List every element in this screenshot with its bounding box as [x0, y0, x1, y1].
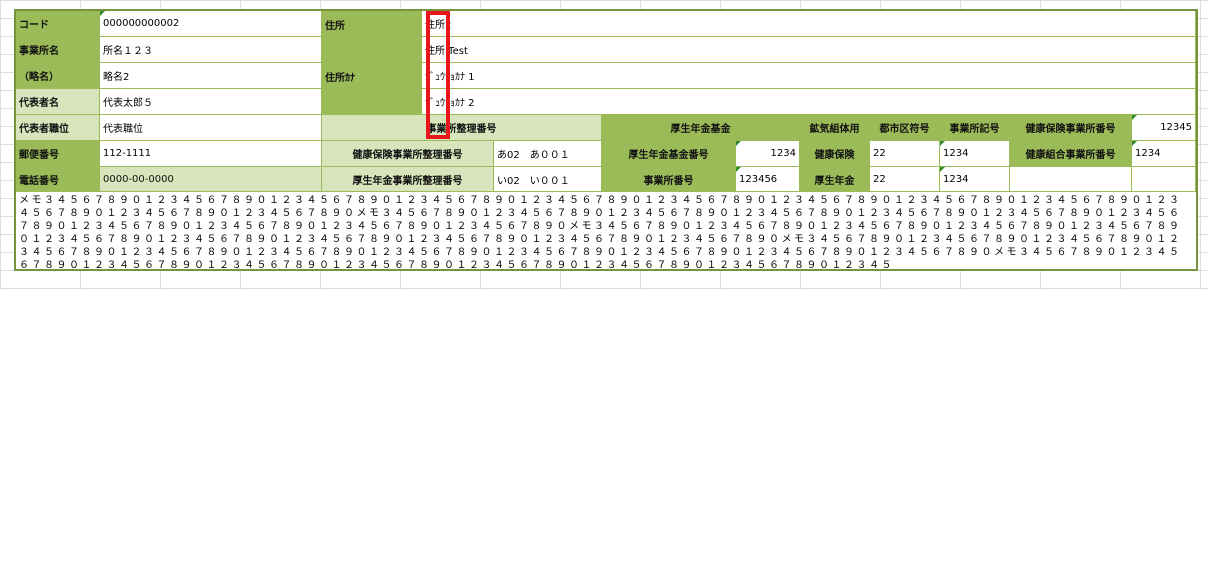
- rep-label: 代表者名: [16, 89, 100, 115]
- code-cell[interactable]: 000000000002: [100, 11, 322, 37]
- postal-label: 郵便番号: [16, 141, 100, 167]
- pref-code-label: 都市区符号: [870, 115, 940, 141]
- pension-label: 厚生年金: [800, 167, 870, 192]
- empty-cell-2[interactable]: [1132, 167, 1196, 192]
- address-kana-label: 住所ｶﾅ: [322, 63, 422, 115]
- office-name-cell[interactable]: 所名１２３: [100, 37, 322, 63]
- memo-cell[interactable]: メモ３４５６７８９０１２３４５６７８９０１２３４５６７８９０１２３４５６７８９０…: [16, 192, 1196, 269]
- health-union-no-cell[interactable]: 1234: [1132, 141, 1196, 167]
- health-ins-ref-cell[interactable]: あ02 あ００１: [494, 141, 602, 167]
- health-ins-pref-cell[interactable]: 22: [870, 141, 940, 167]
- address-kana2-cell[interactable]: ｼﾞｭｳｼｮｶﾅ 2: [422, 89, 1196, 115]
- address-kana1-cell[interactable]: ｼﾞｭｳｼｮｶﾅ 1: [422, 63, 1196, 89]
- health-ins-label: 健康保険: [800, 141, 870, 167]
- abbr-cell[interactable]: 略名2: [100, 63, 322, 89]
- address-label: 住所: [322, 11, 422, 63]
- office-symbol-label: 事業所記号: [940, 115, 1010, 141]
- pension-ref-label: 厚生年金事業所整理番号: [322, 167, 494, 192]
- pension-symbol-cell[interactable]: 1234: [940, 167, 1010, 192]
- code-label: コード: [16, 11, 100, 37]
- health-ins-symbol-cell[interactable]: 1234: [940, 141, 1010, 167]
- pension-fund-no-cell[interactable]: 1234: [736, 141, 800, 167]
- pension-pref-cell[interactable]: 22: [870, 167, 940, 192]
- phone-cell[interactable]: 0000-00-0000: [100, 167, 322, 192]
- rep-title-cell[interactable]: 代表職位: [100, 115, 322, 141]
- health-office-no-label: 健康保険事業所番号: [1010, 115, 1132, 141]
- office-ref-header: 事業所整理番号: [322, 115, 602, 141]
- pension-ref-cell[interactable]: い02 い００１: [494, 167, 602, 192]
- health-office-no-cell[interactable]: 12345: [1132, 115, 1196, 141]
- rep-cell[interactable]: 代表太郎５: [100, 89, 322, 115]
- empty-cell-1[interactable]: [1010, 167, 1132, 192]
- pension-fund-header: 厚生年金基金: [602, 115, 800, 141]
- health-union-no-label: 健康組合事業所番号: [1010, 141, 1132, 167]
- postal-cell[interactable]: 112-1111: [100, 141, 322, 167]
- health-ins-ref-label: 健康保険事業所整理番号: [322, 141, 494, 167]
- abbr-label: （略名）: [16, 63, 100, 89]
- rep-title-label: 代表者職位: [16, 115, 100, 141]
- office-info-form: コード 000000000002 事業所名 所名１２３ （略名） 略名2 代表者…: [14, 9, 1198, 271]
- office-no-cell[interactable]: 123456: [736, 167, 800, 192]
- office-no-label: 事業所番号: [602, 167, 736, 192]
- address1-cell[interactable]: 住所2: [422, 11, 1196, 37]
- pension-fund-no-label: 厚生年金基金番号: [602, 141, 736, 167]
- address2-cell[interactable]: 住所 Test: [422, 37, 1196, 63]
- mining-label: 鉱気組体用: [800, 115, 870, 141]
- office-name-label: 事業所名: [16, 37, 100, 63]
- phone-label: 電話番号: [16, 167, 100, 192]
